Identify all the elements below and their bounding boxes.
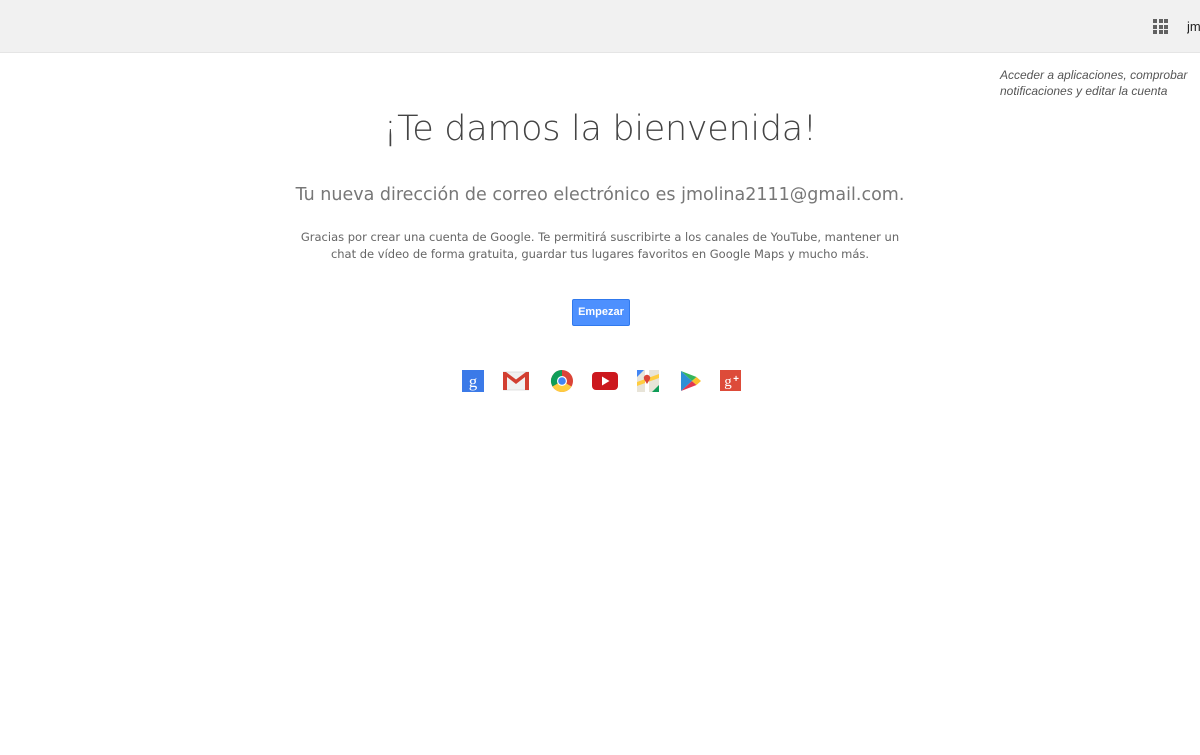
svg-text:g: g (469, 372, 478, 391)
svg-text:g: g (724, 374, 732, 390)
maps-icon[interactable] (636, 368, 662, 394)
account-name[interactable]: jm (1187, 19, 1200, 34)
apps-grid-icon[interactable] (1153, 19, 1168, 34)
page-title: ¡Te damos la bienvenida! (383, 109, 817, 149)
google-search-icon[interactable]: g (461, 368, 487, 394)
start-button[interactable]: Empezar (572, 299, 630, 326)
gmail-icon[interactable] (503, 368, 529, 394)
svg-text:+: + (733, 374, 739, 385)
chrome-icon[interactable] (549, 368, 575, 394)
account-description: Gracias por crear una cuenta de Google. … (300, 230, 900, 261)
google-plus-icon[interactable]: g + (719, 368, 745, 394)
youtube-icon[interactable] (592, 368, 618, 394)
new-email-message: Tu nueva dirección de correo electrónico… (295, 185, 905, 205)
play-store-icon[interactable] (678, 368, 704, 394)
apps-tooltip: Acceder a aplicaciones, comprobar notifi… (1000, 68, 1188, 98)
top-bar: jm (0, 0, 1200, 53)
product-icons-row: g g + (0, 368, 1200, 394)
